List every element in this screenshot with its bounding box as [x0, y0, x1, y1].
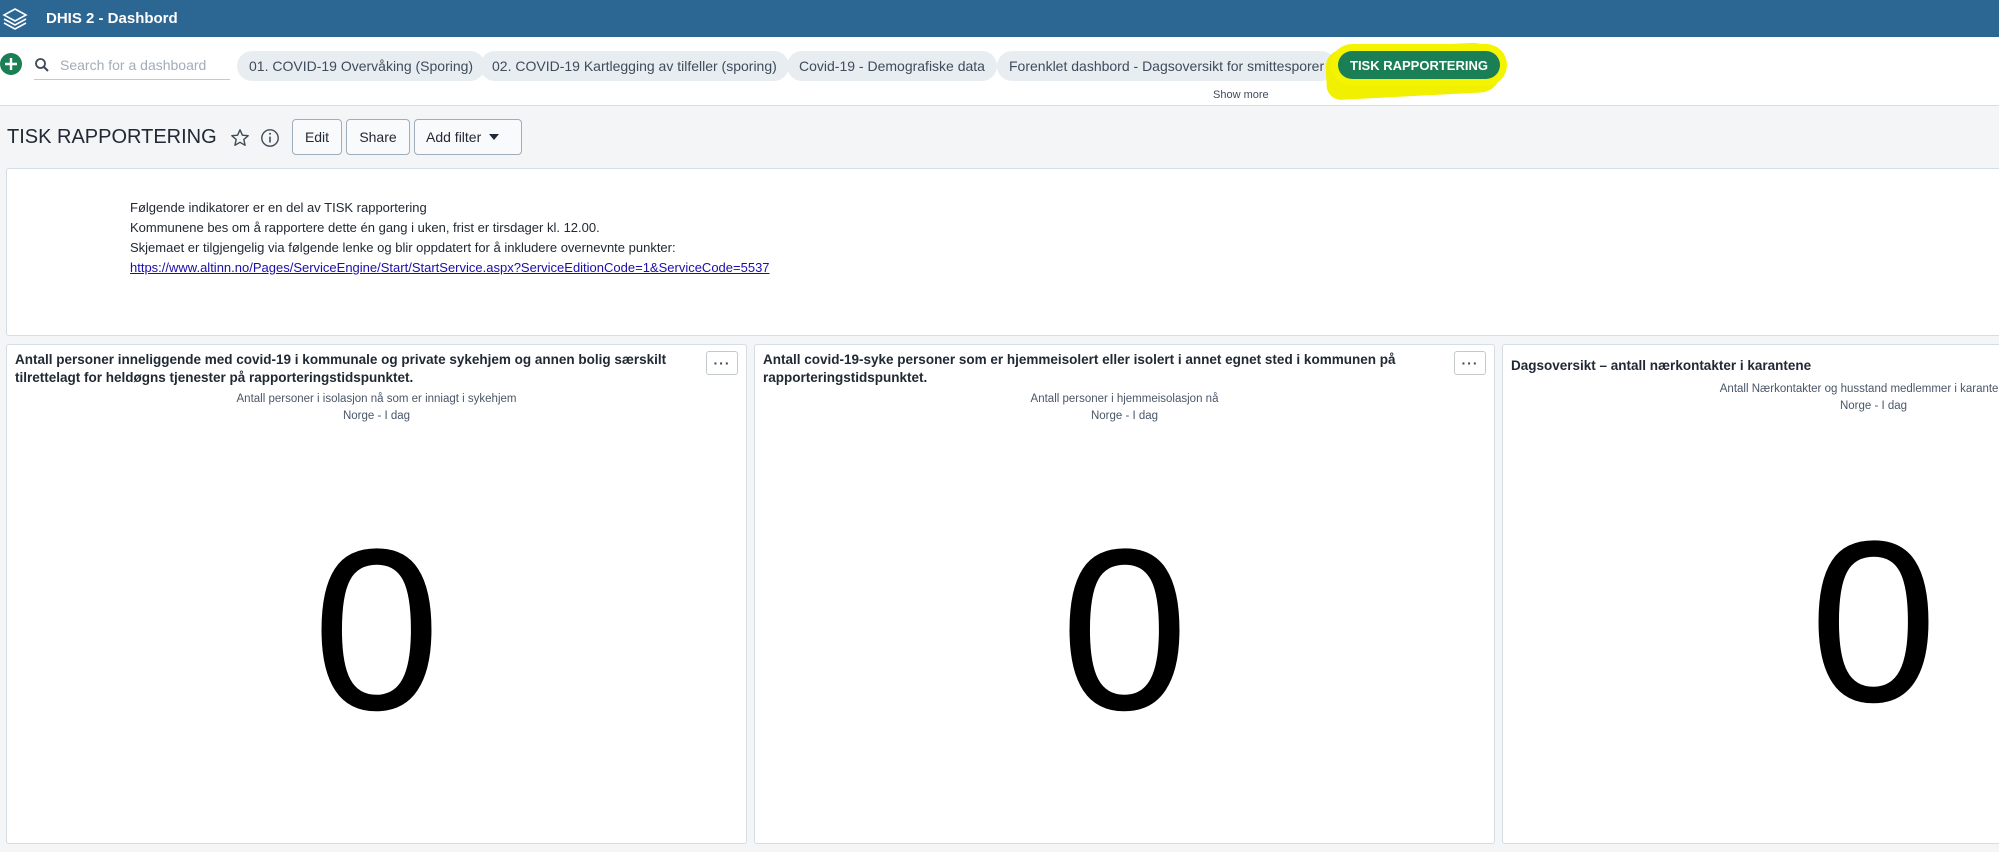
panel-subtitle: Antall Nærkontakter og husstand medlemme… — [1719, 383, 1999, 395]
page-title: TISK RAPPORTERING — [7, 126, 217, 148]
search-input[interactable] — [60, 56, 220, 73]
add-filter-label: Add filter — [426, 129, 482, 145]
text-item: Følgende indikatorer er en del av TISK r… — [6, 168, 1999, 336]
panel-title: Antall personer inneliggende med covid-1… — [15, 352, 667, 385]
panel-subtitle: Antall personer i hjemmeisolasjon nå — [1030, 393, 1219, 405]
panel-title: Antall covid-19-syke personer som er hje… — [763, 352, 1396, 385]
add-dashboard-button[interactable] — [0, 53, 22, 75]
text-line-2: Kommunene bes om å rapportere dette én g… — [130, 220, 600, 235]
dashboard-chip-tisk-rapportering[interactable]: TISK RAPPORTERING — [1338, 51, 1500, 79]
single-value-panel-karantene: Dagsoversikt – antall nærkontakter i kar… — [1502, 344, 1999, 844]
single-value: 0 — [1809, 493, 1938, 750]
panel-period: Norge - I dag — [342, 410, 411, 422]
dashboard-search[interactable] — [34, 50, 230, 80]
dashboard-title-bar: TISK RAPPORTERING Edit Share Add filter — [0, 116, 1999, 160]
panel-title: Dagsoversikt – antall nærkontakter i kar… — [1511, 358, 1812, 373]
panel-period: Norge - I dag — [1090, 410, 1159, 422]
dashboard-chip-forenklet-dashbord[interactable]: Forenklet dashbord - Dagsoversikt for sm… — [997, 51, 1337, 81]
panel-subtitle: Antall personer i isolasjon nå som er in… — [236, 393, 517, 405]
dhis2-logo-icon[interactable] — [0, 4, 30, 34]
caret-down-icon — [489, 134, 500, 140]
plus-circle-icon — [5, 58, 17, 70]
app-title: DHIS 2 - Dashbord — [46, 10, 178, 27]
edit-button[interactable]: Edit — [292, 119, 342, 155]
single-value: 0 — [312, 501, 441, 758]
altinn-form-link[interactable]: https://www.altinn.no/Pages/ServiceEngin… — [130, 260, 770, 275]
single-value-panel-sykehjem: Antall personer inneliggende med covid-1… — [6, 344, 747, 844]
app-header: DHIS 2 - Dashbord — [0, 0, 1999, 37]
share-button[interactable]: Share — [346, 119, 410, 155]
search-icon — [35, 57, 49, 72]
text-line-3: Skjemaet er tilgjengelig via følgende le… — [130, 240, 676, 255]
dashboard-control-bar: 01. COVID-19 Overvåking (Sporing) 02. CO… — [0, 37, 1999, 106]
info-circle-icon[interactable] — [260, 128, 280, 153]
star-outline-icon[interactable] — [230, 128, 250, 153]
add-filter-button[interactable]: Add filter — [414, 119, 522, 155]
panel-menu-button[interactable]: ··· — [1454, 351, 1486, 375]
dashboard-chip-covid-overvaking[interactable]: 01. COVID-19 Overvåking (Sporing) — [237, 51, 486, 81]
single-value-panel-hjemmeisolasjon: Antall covid-19-syke personer som er hje… — [754, 344, 1495, 844]
show-more-link[interactable]: Show more — [1213, 89, 1269, 101]
panel-menu-button[interactable]: ··· — [706, 351, 738, 375]
dashboard-chip-covid-demografiske[interactable]: Covid-19 - Demografiske data — [787, 51, 997, 81]
text-line-1: Følgende indikatorer er en del av TISK r… — [130, 200, 427, 215]
single-value: 0 — [1060, 501, 1189, 758]
dashboard-chip-covid-kartlegging[interactable]: 02. COVID-19 Kartlegging av tilfeller (s… — [480, 51, 789, 81]
panel-period: Norge - I dag — [1839, 400, 1908, 412]
